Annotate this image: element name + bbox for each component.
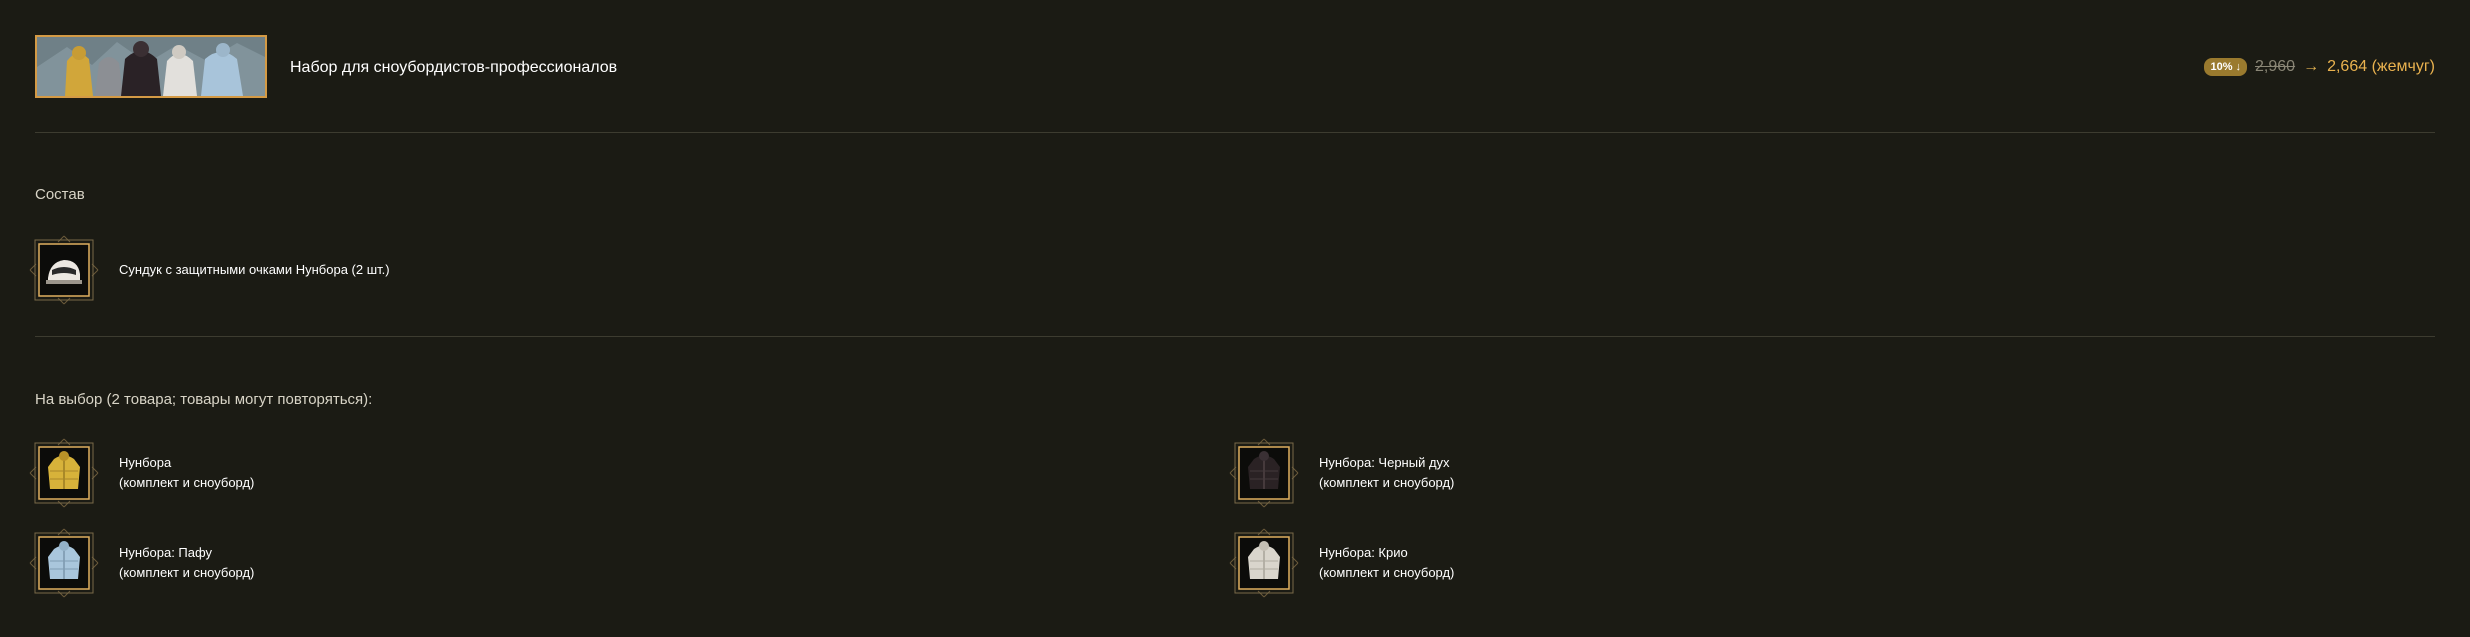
new-price: 2,664 (жемчуг) (2327, 58, 2435, 75)
choice-item-label: Нунбора: Пафу (комплект и сноуборд) (119, 543, 254, 583)
choice-item-sub: (комплект и сноуборд) (119, 565, 255, 580)
choice-heading: На выбор (2 товара; товары могут повторя… (35, 391, 373, 408)
blue-jacket-icon (28, 527, 100, 599)
choice-item[interactable]: Нунбора: Черный дух (комплект и сноуборд… (1228, 437, 1828, 509)
divider (35, 336, 2435, 337)
choice-item-sub: (комплект и сноуборд) (1319, 475, 1455, 490)
contents-item[interactable]: Сундук с защитными очками Нунбора (2 шт.… (28, 234, 628, 306)
choice-item-label: Нунбора (комплект и сноуборд) (119, 453, 254, 493)
choice-item-sub: (комплект и сноуборд) (1319, 565, 1455, 580)
discount-badge: 10% ↓ (2204, 58, 2248, 76)
choice-item-label: Нунбора: Черный дух (комплект и сноуборд… (1319, 453, 1454, 493)
choice-item-sub: (комплект и сноуборд) (119, 475, 255, 490)
choice-item-label: Нунбора: Крио (комплект и сноуборд) (1319, 543, 1454, 583)
contents-item-label: Сундук с защитными очками Нунбора (2 шт.… (119, 262, 390, 277)
price-block: 10% ↓ 2,960 → 2,664 (жемчуг) (2204, 58, 2435, 76)
choice-item[interactable]: Нунбора: Пафу (комплект и сноуборд) (28, 527, 628, 599)
price-arrow: → (2303, 58, 2320, 75)
choice-item[interactable]: Нунбора (комплект и сноуборд) (28, 437, 628, 509)
pack-banner-image (35, 35, 267, 98)
goggles-chest-icon (28, 234, 100, 306)
pack-header: Набор для сноубордистов-профессионалов 1… (35, 35, 2435, 101)
black-jacket-icon (1228, 437, 1300, 509)
choice-item-name: Нунбора: Черный дух (1319, 455, 1450, 470)
old-price: 2,960 (2255, 58, 2296, 75)
white-jacket-icon (1228, 527, 1300, 599)
choice-item[interactable]: Нунбора: Крио (комплект и сноуборд) (1228, 527, 1828, 599)
choice-item-name: Нунбора: Крио (1319, 545, 1408, 560)
pack-detail-panel: Набор для сноубордистов-профессионалов 1… (29, 0, 2435, 637)
yellow-jacket-icon (28, 437, 100, 509)
choice-item-name: Нунбора (119, 455, 172, 470)
choice-item-name: Нунбора: Пафу (119, 545, 213, 560)
contents-heading: Состав (35, 186, 85, 203)
divider (35, 132, 2435, 133)
pack-title: Набор для сноубордистов-профессионалов (290, 59, 618, 76)
